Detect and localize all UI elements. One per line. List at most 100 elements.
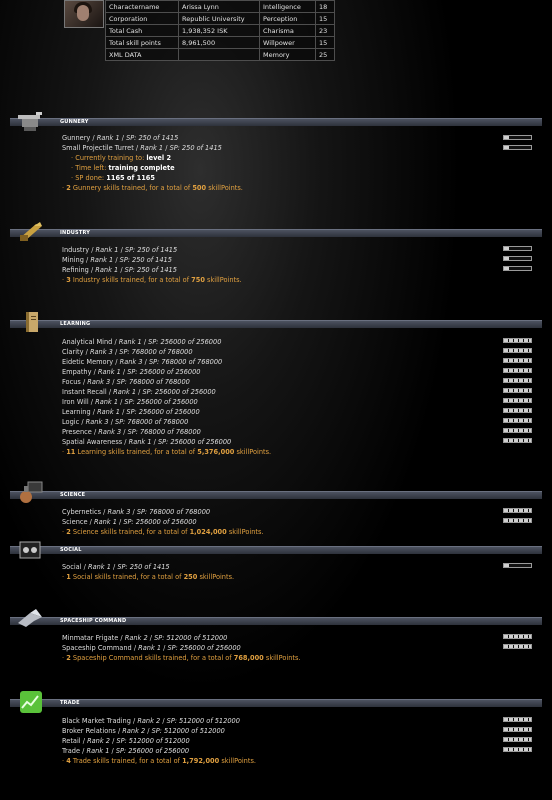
- skill-level-meter: [503, 737, 532, 742]
- skill-level-meter: [503, 135, 532, 140]
- skill-row: Empathy / Rank 1 / SP: 256000 of 256000: [62, 368, 201, 376]
- character-info-table: Charactername Arissa Lynn Intelligence 1…: [105, 0, 335, 61]
- section-header-gunnery: GUNNERY: [10, 118, 542, 126]
- info-value: Republic University: [178, 12, 260, 25]
- science-skill-list: Cybernetics / Rank 3 / SP: 768000 of 768…: [62, 507, 264, 537]
- section-summary: · 4 Trade skills trained, for a total of…: [62, 757, 256, 765]
- skill-row: Minmatar Frigate / Rank 2 / SP: 512000 o…: [62, 634, 228, 642]
- training-sp-done: · SP done: 1165 of 1165: [71, 174, 155, 182]
- attribute-label: Memory: [259, 48, 316, 61]
- section-header-trade: TRADE: [10, 699, 542, 707]
- social-icon: [19, 541, 41, 559]
- skill-level-meter: [503, 256, 532, 261]
- skill-level-meter: [503, 727, 532, 732]
- info-row: Corporation Republic University Percepti…: [105, 12, 335, 25]
- info-value: [178, 48, 260, 61]
- section-header-learning: LEARNING: [10, 320, 542, 328]
- spaceship-icon: [18, 609, 42, 627]
- skill-level-meter: [503, 428, 532, 433]
- section-title: LEARNING: [60, 321, 91, 327]
- section-title: INDUSTRY: [60, 230, 91, 236]
- xml-data-link[interactable]: XML DATA: [105, 48, 179, 61]
- skill-row: Instant Recall / Rank 1 / SP: 256000 of …: [62, 388, 216, 396]
- skill-row: Black Market Trading / Rank 2 / SP: 5120…: [62, 717, 240, 725]
- skill-row: Analytical Mind / Rank 1 / SP: 256000 of…: [62, 338, 222, 346]
- skill-level-meter: [503, 508, 532, 513]
- info-value: Arissa Lynn: [178, 0, 260, 13]
- skill-row: Eidetic Memory / Rank 3 / SP: 768000 of …: [62, 358, 223, 366]
- section-summary: · 2 Gunnery skills trained, for a total …: [62, 184, 243, 192]
- section-title: SPACESHIP COMMAND: [60, 618, 127, 624]
- info-value: 1,938,352 ISK: [178, 24, 260, 37]
- skill-row: Refining / Rank 1 / SP: 250 of 1415: [62, 266, 177, 274]
- section-title: TRADE: [60, 700, 80, 706]
- skill-level-meter: [503, 338, 532, 343]
- attribute-label: Willpower: [259, 36, 316, 49]
- attribute-label: Intelligence: [259, 0, 316, 13]
- section-summary: · 2 Science skills trained, for a total …: [62, 528, 264, 536]
- skill-row: Logic / Rank 3 / SP: 768000 of 768000: [62, 418, 189, 426]
- skill-row: Broker Relations / Rank 2 / SP: 512000 o…: [62, 727, 225, 735]
- skill-row: Industry / Rank 1 / SP: 250 of 1415: [62, 246, 178, 254]
- character-portrait: [64, 0, 104, 28]
- info-row: Charactername Arissa Lynn Intelligence 1…: [105, 0, 335, 13]
- section-header-social: SOCIAL: [10, 546, 542, 554]
- info-label: Total skill points: [105, 36, 179, 49]
- section-summary: · 11 Learning skills trained, for a tota…: [62, 448, 272, 456]
- attribute-value: 15: [315, 12, 335, 25]
- industry-icon: [20, 222, 42, 241]
- section-title: SOCIAL: [60, 547, 82, 553]
- training-time-left: · Time left: training complete: [71, 164, 175, 172]
- learning-skill-list: Analytical Mind / Rank 1 / SP: 256000 of…: [62, 337, 271, 457]
- learning-book-icon: [26, 312, 38, 332]
- skill-row: Retail / Rank 2 / SP: 512000 of 512000: [62, 737, 190, 745]
- info-label: Corporation: [105, 12, 179, 25]
- skill-row: Science / Rank 1 / SP: 256000 of 256000: [62, 518, 197, 526]
- skill-row: Clarity / Rank 3 / SP: 768000 of 768000: [62, 348, 193, 356]
- skill-level-meter: [503, 644, 532, 649]
- info-label: Total Cash: [105, 24, 179, 37]
- skill-row: Learning / Rank 1 / SP: 256000 of 256000: [62, 408, 200, 416]
- info-value: 8,961,500: [178, 36, 260, 49]
- skill-row: Social / Rank 1 / SP: 250 of 1415: [62, 563, 170, 571]
- skill-row: Spaceship Command / Rank 1 / SP: 256000 …: [62, 644, 241, 652]
- section-summary: · 1 Social skills trained, for a total o…: [62, 573, 235, 581]
- skill-level-meter: [503, 418, 532, 423]
- gunnery-skill-list: Gunnery / Rank 1 / SP: 250 of 1415 Small…: [62, 133, 243, 193]
- attribute-value: 18: [315, 0, 335, 13]
- skill-row: Iron Will / Rank 1 / SP: 256000 of 25600…: [62, 398, 198, 406]
- skill-level-meter: [503, 368, 532, 373]
- skill-row: Presence / Rank 3 / SP: 768000 of 768000: [62, 428, 201, 436]
- attribute-label: Perception: [259, 12, 316, 25]
- attribute-value: 15: [315, 36, 335, 49]
- skill-level-meter: [503, 563, 532, 568]
- section-summary: · 3 Industry skills trained, for a total…: [62, 276, 242, 284]
- skill-row: Focus / Rank 3 / SP: 768000 of 768000: [62, 378, 190, 386]
- industry-skill-list: Industry / Rank 1 / SP: 250 of 1415 Mini…: [62, 245, 242, 285]
- section-title: GUNNERY: [60, 119, 89, 125]
- skill-row: Trade / Rank 1 / SP: 256000 of 256000: [62, 747, 190, 755]
- spaceship-skill-list: Minmatar Frigate / Rank 2 / SP: 512000 o…: [62, 633, 301, 663]
- skill-level-meter: [503, 438, 532, 443]
- skill-level-meter: [503, 246, 532, 251]
- trade-chart-icon: [20, 691, 42, 713]
- info-row: Total skill points 8,961,500 Willpower 1…: [105, 36, 335, 49]
- skill-level-meter: [503, 518, 532, 523]
- science-icon: [20, 481, 43, 503]
- section-header-spaceship-command: SPACESHIP COMMAND: [10, 617, 542, 625]
- info-row: XML DATA Memory 25: [105, 48, 335, 61]
- skill-level-meter: [503, 145, 532, 150]
- section-title: SCIENCE: [60, 492, 86, 498]
- gunnery-icon: [18, 112, 42, 131]
- skill-level-meter: [503, 634, 532, 639]
- attribute-value: 25: [315, 48, 335, 61]
- skill-level-meter: [503, 378, 532, 383]
- skill-level-meter: [503, 398, 532, 403]
- skill-level-meter: [503, 408, 532, 413]
- skill-row: Cybernetics / Rank 3 / SP: 768000 of 768…: [62, 508, 211, 516]
- info-label: Charactername: [105, 0, 179, 13]
- skill-level-meter: [503, 747, 532, 752]
- skill-level-meter: [503, 266, 532, 271]
- social-skill-list: Social / Rank 1 / SP: 250 of 1415 · 1 So…: [62, 562, 234, 582]
- attribute-value: 23: [315, 24, 335, 37]
